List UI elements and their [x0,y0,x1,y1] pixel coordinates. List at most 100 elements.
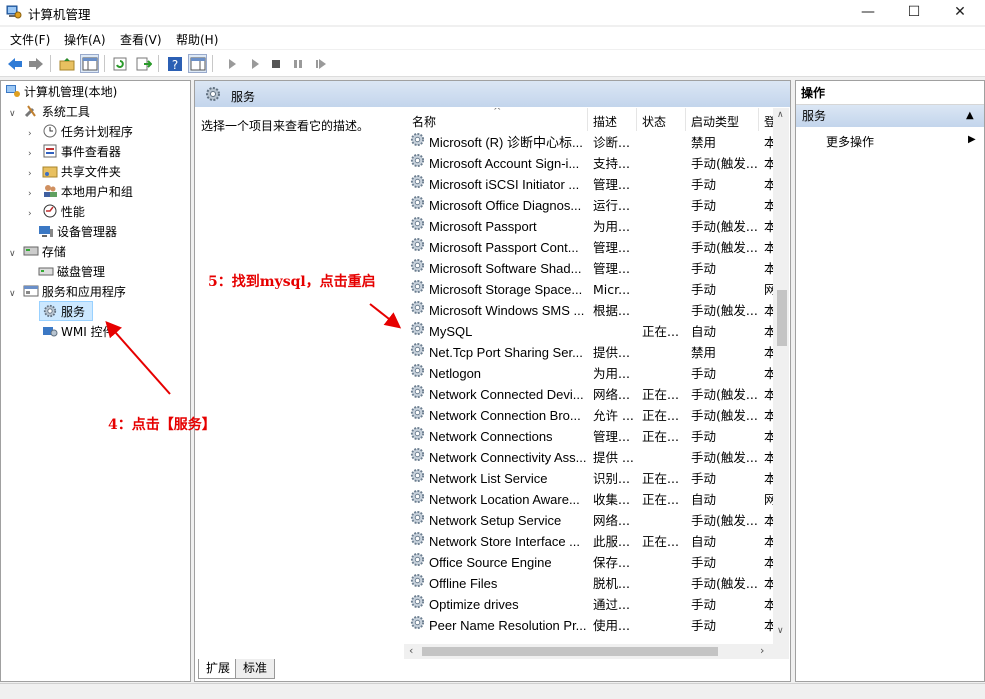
tree-label: 服务和应用程序 [41,285,126,299]
gear-icon [410,447,425,462]
chevron-right-icon[interactable]: › [28,124,38,144]
chevron-right-icon[interactable]: › [28,144,38,164]
tree-node-services[interactable]: 服务 [39,301,93,321]
up-folder-icon[interactable] [57,54,76,73]
table-row[interactable]: Peer Name Resolution Pr... 使用... 手动本 [404,615,774,636]
show-hide-action-pane-icon[interactable] [188,54,207,73]
vertical-scrollbar[interactable]: ∧ ∨ [773,108,789,644]
column-divider[interactable] [587,108,588,131]
table-row[interactable]: Network Connections 管理... 正在... 手动本 [404,426,774,447]
table-row[interactable]: Net.Tcp Port Sharing Ser... 提供... 禁用本 [404,342,774,363]
table-row[interactable]: Network Connected Devi... 网络... 正在... 手动(触发… [404,384,774,405]
collapse-arrow-icon[interactable]: ▲ [966,105,974,127]
show-hide-tree-icon[interactable] [80,54,99,73]
tree-node-performance[interactable]: › 性能 [28,202,85,222]
tree-node-device-manager[interactable]: 设备管理器 [38,222,117,242]
table-row[interactable]: Microsoft Passport 为用... 手动(触发... 本 [404,216,774,237]
scroll-left-icon[interactable]: ‹ [409,644,413,657]
table-row[interactable]: Network Store Interface ... 此服... 正在... 自动本 [404,531,774,552]
service-description: 管理... [593,240,630,255]
table-row[interactable]: Office Source Engine 保存... 手动本 [404,552,774,573]
column-status[interactable]: 状态 [642,113,666,130]
table-row[interactable]: Network List Service 识别... 正在... 手动本 [404,468,774,489]
tab-standard[interactable]: 标准 [235,659,276,679]
export-list-icon[interactable] [134,54,153,73]
chevron-down-icon[interactable]: ∨ [9,284,19,304]
column-divider[interactable] [636,108,637,131]
service-name: Network Setup Service [429,513,562,528]
tree-node-storage[interactable]: ∨ 存储 [9,242,66,262]
help-icon[interactable]: ? [165,54,184,73]
table-row[interactable]: Offline Files 脱机... 手动(触发... 本 [404,573,774,594]
pause-service-icon[interactable] [288,54,307,73]
table-row[interactable]: Network Setup Service 网络... 手动(触发... 本 [404,510,774,531]
chevron-right-icon[interactable]: › [28,204,38,224]
restart-service-icon[interactable] [311,54,330,73]
chevron-down-icon[interactable]: ∨ [9,104,19,124]
start-service-icon[interactable] [222,54,241,73]
tab-extended[interactable]: 扩展 [198,659,239,679]
column-name[interactable]: 名称 [412,113,436,130]
service-description: 为用... [593,219,630,234]
table-row[interactable]: Network Location Aware... 收集... 正在... 自动网 [404,489,774,510]
scroll-up-icon[interactable]: ∧ [777,110,784,120]
tree-node-system-tools[interactable]: ∨ 系统工具 [9,102,90,122]
chevron-down-icon[interactable]: ∨ [9,244,19,264]
table-row[interactable]: MySQL 正在... 自动本 [404,321,774,342]
gear-icon [410,384,425,399]
forward-arrow-icon[interactable] [26,54,45,73]
submenu-arrow-icon[interactable]: ▶ [968,134,976,145]
table-row[interactable]: Network Connectivity Ass... 提供 ... 手动(触发..… [404,447,774,468]
table-row[interactable]: Optimize drives 通过... 手动本 [404,594,774,615]
table-row[interactable]: Microsoft Storage Space... Micr... 手动网 [404,279,774,300]
refresh-icon[interactable] [110,54,129,73]
minimize-button[interactable]: — [845,0,891,25]
gear-icon [410,279,425,294]
gear-icon [410,510,425,525]
maximize-button[interactable]: ☐ [891,0,937,25]
tree-node-shared-folders[interactable]: › 共享文件夹 [28,162,121,182]
menu-view[interactable]: 查看(V) [120,31,162,48]
tree-node-task-scheduler[interactable]: › 任务计划程序 [28,122,133,142]
column-divider[interactable] [685,108,686,131]
service-name: Microsoft Account Sign-i... [429,156,580,171]
menu-action[interactable]: 操作(A) [64,31,106,48]
table-row[interactable]: Microsoft Windows SMS ... 根据... 手动(触发... 本 [404,300,774,321]
scroll-down-icon[interactable]: ∨ [777,626,784,636]
column-description[interactable]: 描述 [593,113,617,130]
service-description: 提供 ... [593,450,634,465]
table-row[interactable]: Microsoft (R) 诊断中心标... 诊断... 禁用本 [404,132,774,153]
tree-node-services-apps[interactable]: ∨ 服务和应用程序 [9,282,126,302]
actions-section-services[interactable]: 服务 ▲ [796,105,984,127]
menu-help[interactable]: 帮助(H) [176,31,218,48]
chevron-right-icon[interactable]: › [28,184,38,204]
start-service-alt-icon[interactable] [245,54,264,73]
column-divider[interactable] [758,108,759,131]
table-row[interactable]: Microsoft Account Sign-i... 支持... 手动(触发...… [404,153,774,174]
tree-node-wmi[interactable]: WMI 控件 [42,322,115,342]
vertical-scroll-thumb[interactable] [777,290,787,346]
tree-node-event-viewer[interactable]: › 事件查看器 [28,142,121,162]
gear-icon [410,174,425,189]
table-row[interactable]: Netlogon 为用... 手动本 [404,363,774,384]
service-startup-type: 自动 [691,534,717,549]
table-row[interactable]: Microsoft Office Diagnos... 运行... 手动本 [404,195,774,216]
column-startup-type[interactable]: 启动类型 [691,113,739,130]
table-row[interactable]: Microsoft iSCSI Initiator ... 管理... 手动本 [404,174,774,195]
horizontal-scroll-thumb[interactable] [422,647,718,656]
more-actions-item[interactable]: 更多操作 [826,133,874,150]
menu-file[interactable]: 文件(F) [10,31,50,48]
back-arrow-icon[interactable] [5,54,24,73]
table-row[interactable]: Microsoft Passport Cont... 管理... 手动(触发... 本 [404,237,774,258]
tree-node-local-users[interactable]: › 本地用户和组 [28,182,133,202]
tree-node-root[interactable]: 计算机管理(本地) [5,82,117,102]
table-row[interactable]: Network Connection Bro... 允许 ... 正在... 手动(触… [404,405,774,426]
tree-node-disk-management[interactable]: 磁盘管理 [38,262,105,282]
chevron-right-icon[interactable]: › [28,164,38,184]
service-name: Network Connectivity Ass... [429,450,587,465]
table-row[interactable]: Microsoft Software Shad... 管理... 手动本 [404,258,774,279]
close-button[interactable]: ✕ [937,0,983,25]
service-description: 脱机... [593,576,630,591]
stop-service-icon[interactable] [266,54,285,73]
scroll-right-icon[interactable]: › [760,644,764,657]
